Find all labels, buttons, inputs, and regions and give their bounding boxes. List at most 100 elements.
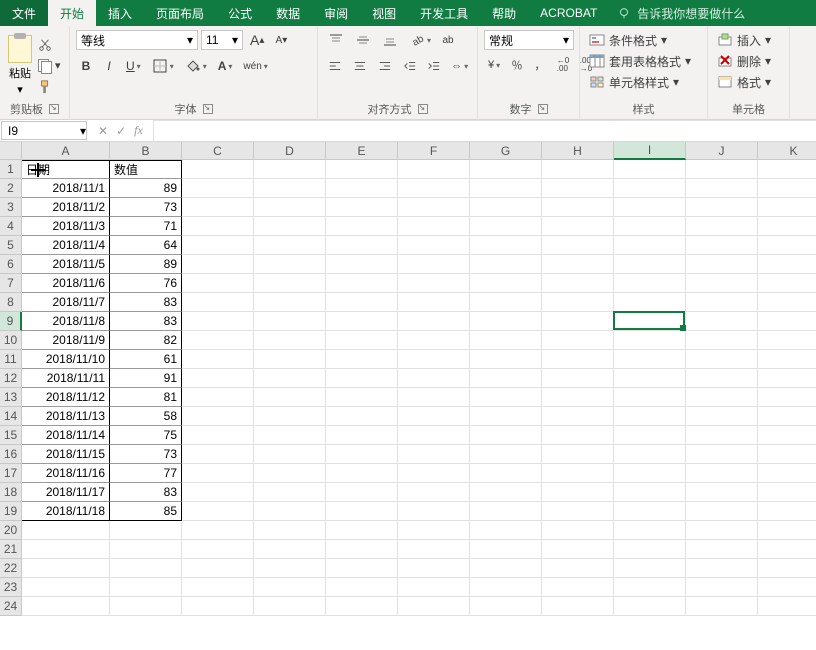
- cell[interactable]: [398, 597, 470, 616]
- tab-9[interactable]: ACROBAT: [528, 0, 609, 26]
- cell[interactable]: [542, 179, 614, 198]
- cell[interactable]: 2018/11/18: [22, 502, 110, 521]
- cell[interactable]: [542, 198, 614, 217]
- cell[interactable]: [326, 426, 398, 445]
- cell[interactable]: 2018/11/9: [22, 331, 110, 350]
- col-header-F[interactable]: F: [398, 142, 470, 160]
- cell[interactable]: [542, 350, 614, 369]
- copy-button[interactable]: ▾: [38, 57, 61, 75]
- cell[interactable]: [254, 445, 326, 464]
- format-as-table-button[interactable]: 套用表格格式▾: [586, 51, 701, 71]
- cell[interactable]: [614, 597, 686, 616]
- cell[interactable]: [398, 293, 470, 312]
- cell[interactable]: [686, 521, 758, 540]
- cell[interactable]: [758, 426, 816, 445]
- cell[interactable]: [398, 369, 470, 388]
- delete-cells-button[interactable]: 删除▾: [714, 51, 783, 71]
- cell[interactable]: [686, 578, 758, 597]
- cell[interactable]: [22, 540, 110, 559]
- percent-button[interactable]: ％: [507, 56, 527, 74]
- cell[interactable]: [686, 464, 758, 483]
- row-header-20[interactable]: 20: [0, 521, 22, 540]
- cell[interactable]: 71: [110, 217, 182, 236]
- cell[interactable]: [686, 274, 758, 293]
- align-center-button[interactable]: [349, 56, 371, 76]
- cell[interactable]: [398, 540, 470, 559]
- cell[interactable]: [398, 179, 470, 198]
- cell[interactable]: [182, 464, 254, 483]
- cell[interactable]: 83: [110, 483, 182, 502]
- cell[interactable]: [686, 502, 758, 521]
- align-top-button[interactable]: [324, 30, 348, 50]
- cell[interactable]: [614, 350, 686, 369]
- cell[interactable]: [254, 369, 326, 388]
- cell[interactable]: [398, 464, 470, 483]
- cell[interactable]: [470, 388, 542, 407]
- cell[interactable]: [758, 388, 816, 407]
- tab-6[interactable]: 视图: [360, 0, 408, 26]
- row-header-19[interactable]: 19: [0, 502, 22, 521]
- cell[interactable]: 2018/11/3: [22, 217, 110, 236]
- cell[interactable]: [686, 217, 758, 236]
- cell[interactable]: 83: [110, 293, 182, 312]
- cell[interactable]: [254, 255, 326, 274]
- cell[interactable]: 数值: [110, 160, 182, 179]
- cell[interactable]: [326, 274, 398, 293]
- cell[interactable]: [326, 502, 398, 521]
- cell[interactable]: [182, 217, 254, 236]
- col-header-E[interactable]: E: [326, 142, 398, 160]
- cell[interactable]: [398, 521, 470, 540]
- tab-file[interactable]: 文件: [0, 0, 48, 26]
- cell[interactable]: [470, 160, 542, 179]
- cell[interactable]: [758, 464, 816, 483]
- cell[interactable]: [758, 312, 816, 331]
- row-header-14[interactable]: 14: [0, 407, 22, 426]
- cell[interactable]: [614, 293, 686, 312]
- cell[interactable]: [182, 426, 254, 445]
- cell[interactable]: [326, 483, 398, 502]
- row-header-21[interactable]: 21: [0, 540, 22, 559]
- cell[interactable]: [182, 331, 254, 350]
- col-header-H[interactable]: H: [542, 142, 614, 160]
- bold-button[interactable]: B: [76, 56, 96, 76]
- cell[interactable]: 2018/11/5: [22, 255, 110, 274]
- insert-cells-button[interactable]: 插入▾: [714, 30, 783, 50]
- cell[interactable]: [326, 160, 398, 179]
- cell[interactable]: [542, 236, 614, 255]
- cell[interactable]: 76: [110, 274, 182, 293]
- row-header-8[interactable]: 8: [0, 293, 22, 312]
- cell[interactable]: [182, 179, 254, 198]
- cell[interactable]: [686, 236, 758, 255]
- tab-1[interactable]: 插入: [96, 0, 144, 26]
- cell[interactable]: 2018/11/7: [22, 293, 110, 312]
- cell[interactable]: [686, 179, 758, 198]
- cell[interactable]: [326, 388, 398, 407]
- cell[interactable]: [182, 578, 254, 597]
- cell[interactable]: [542, 426, 614, 445]
- increase-indent-button[interactable]: [423, 56, 445, 76]
- cell[interactable]: [398, 502, 470, 521]
- cell[interactable]: [686, 255, 758, 274]
- align-left-button[interactable]: [324, 56, 346, 76]
- cell[interactable]: [470, 179, 542, 198]
- cell[interactable]: 82: [110, 331, 182, 350]
- cell[interactable]: [758, 198, 816, 217]
- cell[interactable]: [326, 293, 398, 312]
- cell[interactable]: [326, 559, 398, 578]
- cell[interactable]: [614, 255, 686, 274]
- cell[interactable]: 85: [110, 502, 182, 521]
- cell[interactable]: 89: [110, 255, 182, 274]
- select-all-corner[interactable]: [0, 142, 22, 160]
- cell[interactable]: [182, 483, 254, 502]
- clipboard-dialog-launcher[interactable]: [49, 104, 59, 114]
- cell[interactable]: [398, 426, 470, 445]
- cell[interactable]: [470, 331, 542, 350]
- cell[interactable]: [470, 274, 542, 293]
- cell[interactable]: [110, 597, 182, 616]
- cell[interactable]: [614, 578, 686, 597]
- row-header-9[interactable]: 9: [0, 312, 22, 331]
- cell[interactable]: 83: [110, 312, 182, 331]
- cell[interactable]: [326, 350, 398, 369]
- cell[interactable]: [254, 597, 326, 616]
- increase-decimal-button[interactable]: ←0 .00: [553, 56, 573, 74]
